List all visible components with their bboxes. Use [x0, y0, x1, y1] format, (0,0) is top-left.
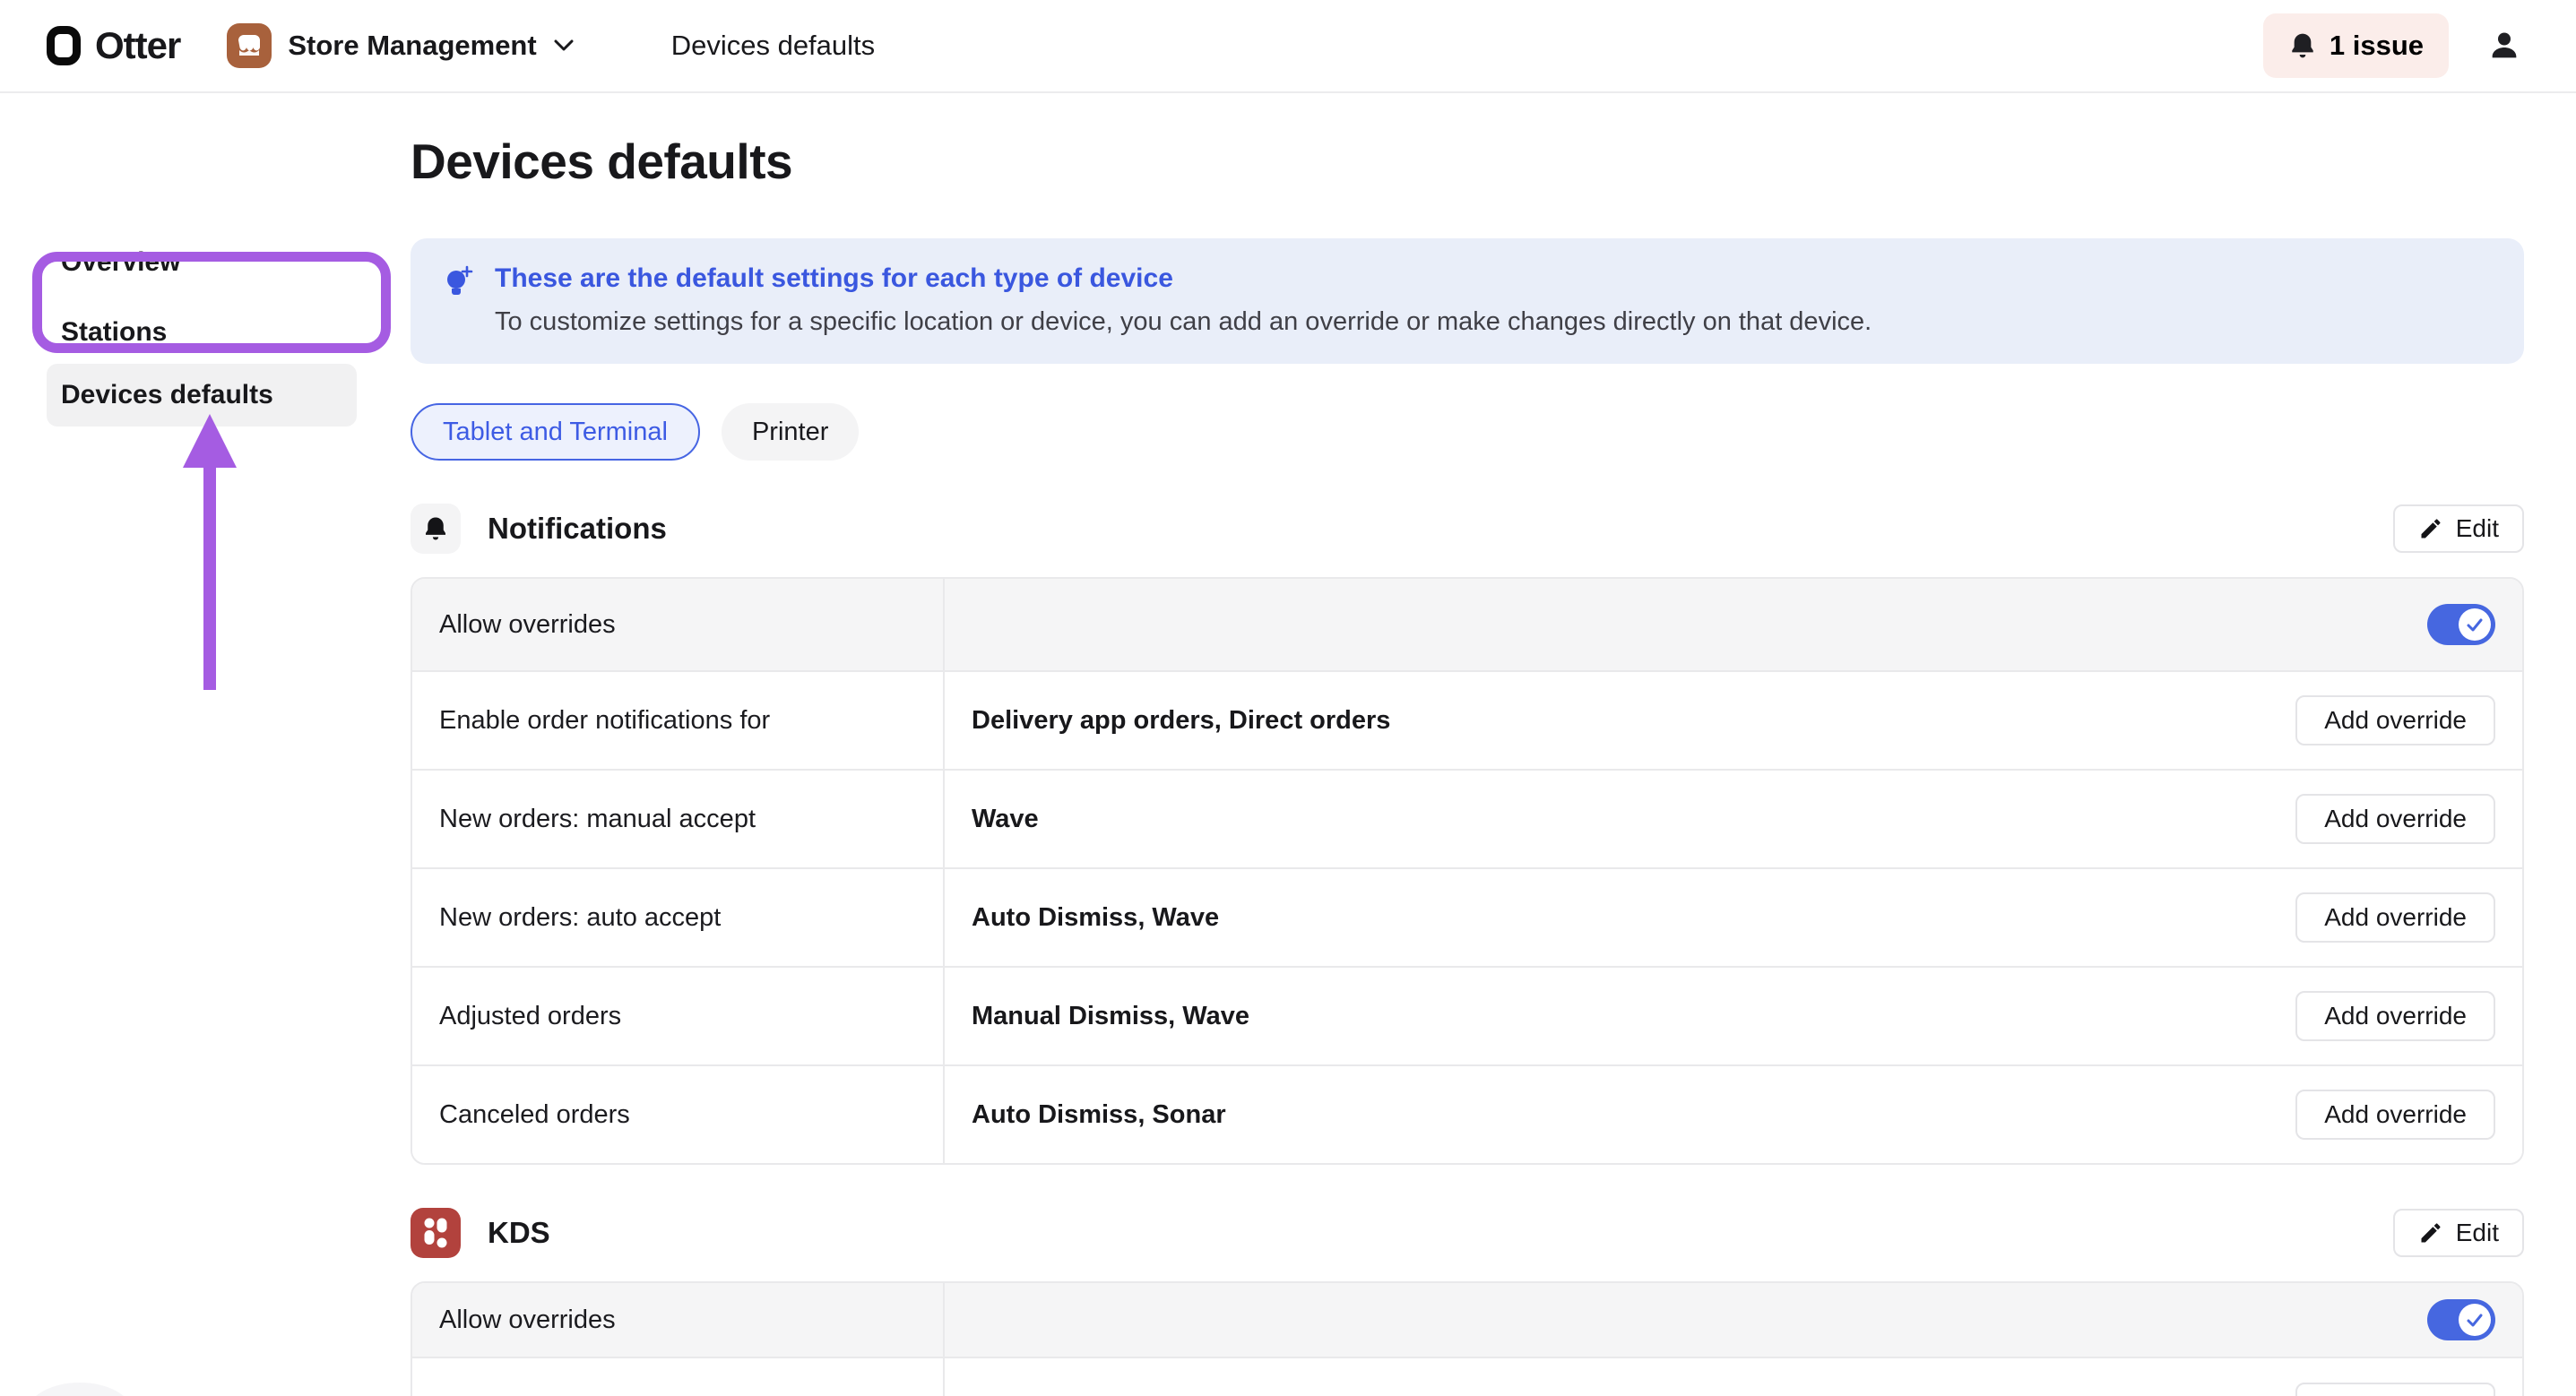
table-row: Allow overrides: [412, 579, 2522, 670]
banner-body: To customize settings for a specific loc…: [495, 306, 1871, 337]
main-content: Devices defaults These are the default s…: [411, 93, 2524, 1396]
brand-name: Otter: [95, 24, 180, 67]
bell-icon: [411, 504, 461, 554]
bell-icon: [2288, 31, 2317, 60]
allow-overrides-toggle[interactable]: [2427, 1299, 2495, 1340]
issues-count-label: 1 issue: [2330, 30, 2424, 62]
row-value: 2 x 5 grid: [972, 1393, 1085, 1396]
add-override-button[interactable]: Add override: [2295, 892, 2495, 943]
device-type-tabs: Tablet and Terminal Printer: [411, 403, 2524, 461]
kds-settings-table: Allow overrides 2 x 5 grid Add override: [411, 1281, 2524, 1396]
pencil-icon: [2418, 516, 2443, 541]
kds-section-header: KDS Edit: [411, 1208, 2524, 1258]
toggle-knob-check-icon: [2459, 1304, 2491, 1336]
store-icon: [227, 23, 272, 68]
row-value: Auto Dismiss, Wave: [972, 903, 1219, 933]
row-label: Adjusted orders: [412, 968, 945, 1064]
lightbulb-icon: [443, 265, 473, 337]
row-label: New orders: auto accept: [412, 869, 945, 966]
tab-tablet-and-terminal[interactable]: Tablet and Terminal: [411, 403, 700, 461]
app-window: Otter Store Management Devices defaults …: [0, 0, 2576, 1396]
breadcrumb: Devices defaults: [671, 30, 875, 62]
row-value: Wave: [972, 805, 1039, 834]
banner-title: These are the default settings for each …: [495, 263, 1871, 294]
row-value: Manual Dismiss, Wave: [972, 1002, 1249, 1031]
row-label: New orders: manual accept: [412, 771, 945, 867]
user-avatar-button[interactable]: [2486, 28, 2522, 64]
kds-grid-icon: [411, 1208, 461, 1258]
sidebar-item-overview[interactable]: Overview: [61, 247, 180, 278]
section-title: KDS: [488, 1216, 550, 1250]
table-row: Allow overrides: [412, 1283, 2522, 1357]
info-banner: These are the default settings for each …: [411, 238, 2524, 364]
add-override-button[interactable]: Add override: [2295, 991, 2495, 1041]
toggle-knob-check-icon: [2459, 608, 2491, 641]
row-value: Delivery app orders, Direct orders: [972, 706, 1390, 736]
page-title: Devices defaults: [411, 133, 2524, 190]
row-label: Allow overrides: [412, 579, 945, 670]
otter-logo[interactable]: Otter: [47, 24, 180, 67]
section-title: Notifications: [488, 512, 667, 546]
edit-button-label: Edit: [2456, 1219, 2499, 1247]
add-override-button[interactable]: Add override: [2295, 1383, 2495, 1396]
notifications-settings-table: Allow overrides Enable order notificatio…: [411, 577, 2524, 1165]
top-bar: Otter Store Management Devices defaults …: [0, 0, 2576, 93]
edit-kds-button[interactable]: Edit: [2393, 1209, 2524, 1257]
edit-button-label: Edit: [2456, 514, 2499, 543]
workspace-switcher[interactable]: Store Management: [227, 23, 574, 68]
table-row: New orders: auto accept Auto Dismiss, Wa…: [412, 867, 2522, 966]
row-label: [412, 1358, 945, 1396]
person-icon: [2486, 28, 2522, 64]
row-label: Enable order notifications for: [412, 672, 945, 769]
sidebar-item-stations[interactable]: Stations: [61, 317, 167, 348]
pencil-icon: [2418, 1220, 2443, 1245]
row-label: Canceled orders: [412, 1066, 945, 1163]
table-row: 2 x 5 grid Add override: [412, 1357, 2522, 1396]
table-row: Enable order notifications for Delivery …: [412, 670, 2522, 769]
chevron-down-icon: [553, 39, 575, 53]
workspace-label: Store Management: [288, 30, 536, 62]
row-value: Auto Dismiss, Sonar: [972, 1100, 1226, 1130]
table-row: Canceled orders Auto Dismiss, Sonar Add …: [412, 1064, 2522, 1163]
edit-notifications-button[interactable]: Edit: [2393, 504, 2524, 553]
tab-printer[interactable]: Printer: [722, 403, 859, 461]
table-row: New orders: manual accept Wave Add overr…: [412, 769, 2522, 867]
notifications-section-header: Notifications Edit: [411, 504, 2524, 554]
otter-logo-icon: [47, 26, 81, 65]
allow-overrides-toggle[interactable]: [2427, 604, 2495, 645]
row-label: Allow overrides: [412, 1283, 945, 1357]
add-override-button[interactable]: Add override: [2295, 794, 2495, 844]
add-override-button[interactable]: Add override: [2295, 695, 2495, 745]
sidebar: Overview Stations Devices defaults: [0, 93, 394, 1396]
add-override-button[interactable]: Add override: [2295, 1090, 2495, 1140]
issues-button[interactable]: 1 issue: [2263, 13, 2449, 78]
table-row: Adjusted orders Manual Dismiss, Wave Add…: [412, 966, 2522, 1064]
sidebar-item-devices-defaults[interactable]: Devices defaults: [47, 364, 357, 427]
